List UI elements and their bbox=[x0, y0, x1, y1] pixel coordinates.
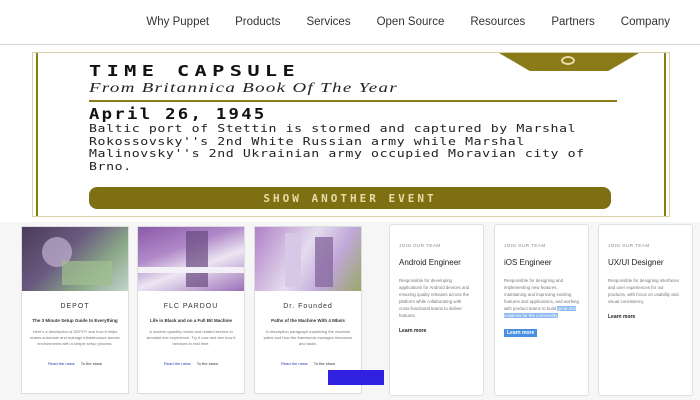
product-image bbox=[255, 227, 361, 291]
read-news-link[interactable]: Read the news bbox=[48, 361, 75, 366]
capsule-badge bbox=[499, 53, 639, 71]
capsule-divider bbox=[89, 100, 617, 102]
capsule-subtitle: From Britannica Book Of The Year bbox=[89, 81, 399, 96]
job-description: Responsible for developing applications … bbox=[399, 277, 474, 319]
job-title: UX/UI Designer bbox=[608, 258, 664, 267]
nav-open-source[interactable]: Open Source bbox=[364, 16, 458, 28]
capsule-icon bbox=[561, 56, 575, 65]
job-description: Responsible for designing interfaces and… bbox=[608, 277, 683, 305]
product-name: FLC PARDOU bbox=[163, 303, 219, 310]
product-image bbox=[138, 227, 244, 291]
read-news-link[interactable]: Read the news bbox=[164, 361, 191, 366]
learn-more-wrap: Learn more bbox=[495, 319, 588, 339]
nav-products[interactable]: Products bbox=[222, 16, 293, 28]
job-description-text: Responsible for developing applications … bbox=[399, 278, 470, 318]
job-title: iOS Engineer bbox=[504, 258, 552, 267]
product-links: Read the news To the show bbox=[281, 361, 361, 366]
job-card-ux-ui[interactable]: JOIN OUR TEAM UX/UI Designer Responsible… bbox=[598, 224, 693, 396]
learn-more-link[interactable]: Learn more bbox=[504, 329, 538, 337]
product-name: Dr. Founded bbox=[283, 303, 333, 310]
show-another-event-button[interactable]: SHOW ANOTHER EVENT bbox=[89, 187, 611, 209]
product-description: A modern quantity model and related serv… bbox=[146, 329, 236, 346]
selection-overlay bbox=[328, 370, 384, 385]
job-label: JOIN OUR TEAM bbox=[399, 243, 441, 248]
capsule-title: TIME CAPSULE bbox=[89, 62, 301, 80]
product-description: A description paragraph explaining the m… bbox=[263, 329, 353, 346]
product-description: Here's a description of DEPOT and how it… bbox=[30, 329, 120, 346]
nav-why-puppet[interactable]: Why Puppet bbox=[133, 16, 222, 28]
job-card-ios[interactable]: JOIN OUR TEAM iOS Engineer Responsible f… bbox=[494, 224, 589, 396]
job-label: JOIN OUR TEAM bbox=[504, 243, 546, 248]
capsule-date: April 26, 1945 bbox=[89, 105, 267, 123]
panel-border-right bbox=[664, 53, 666, 216]
job-title: Android Engineer bbox=[399, 258, 461, 267]
learn-more-link[interactable]: Learn more bbox=[608, 314, 635, 320]
product-links: Read the news To the show bbox=[164, 361, 244, 366]
product-tagline: Life in Black and on a Full Bit Machine bbox=[149, 318, 232, 323]
product-card-depot[interactable]: DEPOT The 3 Minute Setup Guide to Everyt… bbox=[21, 226, 129, 394]
time-capsule-panel: TIME CAPSULE From Britannica Book Of The… bbox=[32, 52, 670, 217]
capsule-event-text: Baltic port of Stettin is stormed and ca… bbox=[89, 122, 585, 173]
product-card-dr-founded[interactable]: Dr. Founded Paths of the Machine With 4 … bbox=[254, 226, 362, 394]
show-link[interactable]: To the show bbox=[314, 361, 335, 366]
product-name: DEPOT bbox=[60, 303, 90, 310]
top-navigation: Why Puppet Products Services Open Source… bbox=[0, 0, 700, 45]
job-label: JOIN OUR TEAM bbox=[608, 243, 650, 248]
product-card-flc-pardou[interactable]: FLC PARDOU Life in Black and on a Full B… bbox=[137, 226, 245, 394]
learn-more-wrap: Learn more bbox=[390, 319, 483, 337]
nav-partners[interactable]: Partners bbox=[538, 16, 607, 28]
product-image bbox=[22, 227, 128, 291]
product-tagline: The 3 Minute Setup Guide to Everything bbox=[32, 318, 118, 323]
nav-links: Why Puppet Products Services Open Source… bbox=[133, 0, 670, 44]
panel-border-left bbox=[36, 53, 38, 216]
show-link[interactable]: To the show bbox=[197, 361, 218, 366]
nav-services[interactable]: Services bbox=[293, 16, 363, 28]
product-links: Read the news To the show bbox=[48, 361, 128, 366]
read-news-link[interactable]: Read the news bbox=[281, 361, 308, 366]
job-description-text: Responsible for designing interfaces and… bbox=[608, 278, 679, 304]
learn-more-link[interactable]: Learn more bbox=[399, 328, 426, 334]
job-card-android[interactable]: JOIN OUR TEAM Android Engineer Responsib… bbox=[389, 224, 484, 396]
job-description: Responsible for designing and implementi… bbox=[504, 277, 579, 319]
nav-resources[interactable]: Resources bbox=[457, 16, 538, 28]
product-tagline: Paths of the Machine With 4 Mbs/s bbox=[271, 318, 345, 323]
learn-more-wrap: Learn more bbox=[599, 305, 692, 323]
nav-company[interactable]: Company bbox=[608, 16, 670, 28]
show-link[interactable]: To the show bbox=[81, 361, 102, 366]
